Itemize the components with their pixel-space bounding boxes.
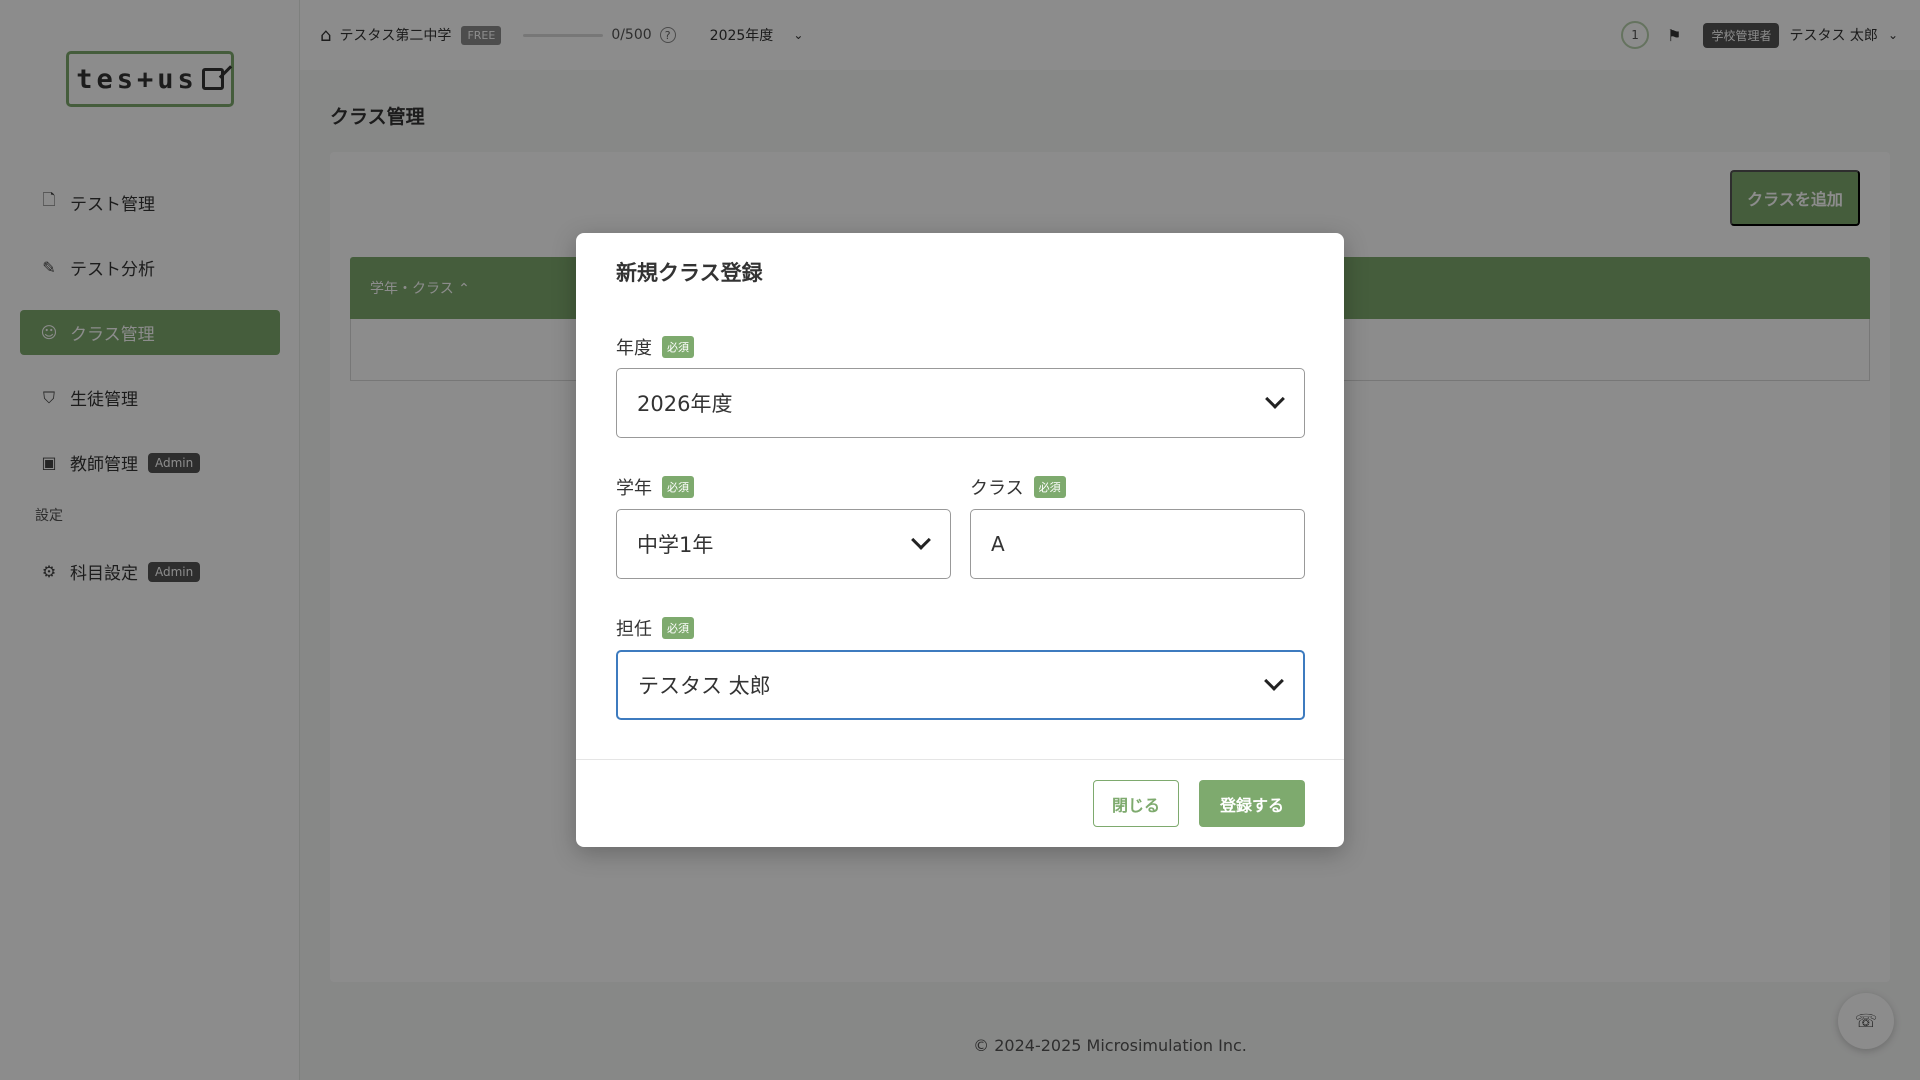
new-class-modal: 新規クラス登録 年度 必須 2026年度 学年 必須 中学1年 クラス 必須 担…: [576, 233, 1344, 847]
teacher-label-text: 担任: [616, 619, 652, 640]
required-badge: 必須: [662, 476, 694, 498]
grade-label-text: 学年: [616, 478, 652, 499]
teacher-select[interactable]: テスタス 太郎: [616, 650, 1305, 720]
modal-title: 新規クラス登録: [616, 261, 763, 285]
chevron-down-icon: [1265, 389, 1285, 409]
class-name-input[interactable]: [970, 509, 1305, 579]
year-label: 年度 必須: [616, 334, 694, 360]
required-badge: 必須: [662, 336, 694, 358]
grade-label: 学年 必須: [616, 474, 694, 500]
grade-select-value: 中学1年: [637, 533, 714, 557]
close-button[interactable]: 閉じる: [1093, 780, 1179, 827]
chevron-down-icon: [1264, 671, 1284, 691]
grade-select[interactable]: 中学1年: [616, 509, 951, 579]
year-select[interactable]: 2026年度: [616, 368, 1305, 438]
year-label-text: 年度: [616, 338, 652, 359]
register-button[interactable]: 登録する: [1199, 780, 1305, 827]
modal-footer-divider: [576, 759, 1344, 760]
chevron-down-icon: [911, 530, 931, 550]
class-label: クラス 必須: [970, 474, 1066, 500]
teacher-label: 担任 必須: [616, 615, 694, 641]
teacher-select-value: テスタス 太郎: [638, 674, 771, 698]
year-select-value: 2026年度: [637, 392, 733, 416]
required-badge: 必須: [1033, 476, 1066, 498]
class-label-text: クラス: [970, 478, 1024, 499]
required-badge: 必須: [662, 617, 694, 639]
